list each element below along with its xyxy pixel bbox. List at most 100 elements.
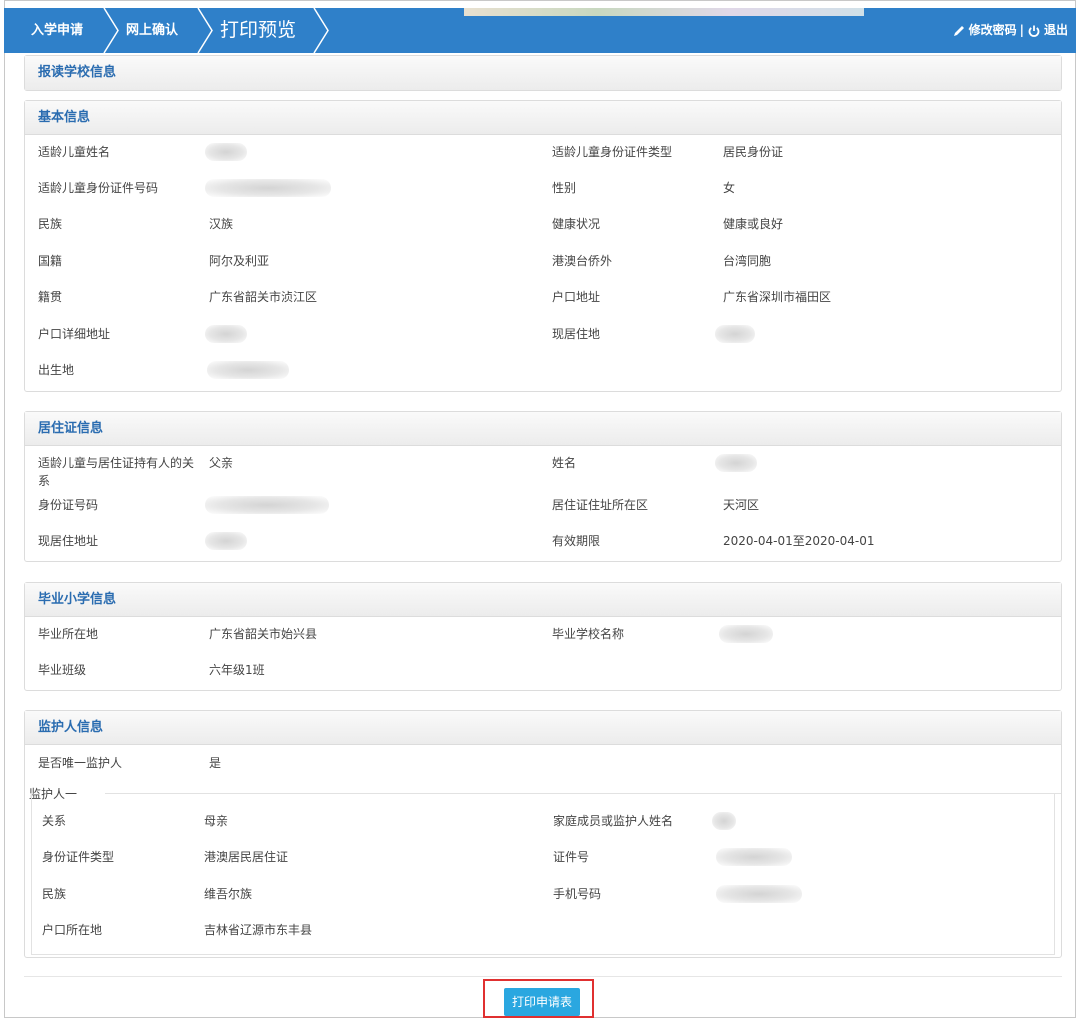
crumb-online-confirm[interactable]: 网上确认 bbox=[126, 8, 178, 53]
info-row: 身份证号码 居住证住址所在区 天河区 bbox=[25, 496, 1061, 532]
redacted-value bbox=[205, 532, 247, 550]
residence-permit-panel: 居住证信息 适龄儿童与居住证持有人的关系 父亲 姓名 身份证号码 居住证住址所在… bbox=[24, 411, 1062, 562]
field-label: 身份证号码 bbox=[38, 498, 99, 512]
field-label: 适龄儿童身份证件号码 bbox=[38, 181, 159, 195]
chevron-right-icon bbox=[197, 8, 213, 53]
section-title: 监护人信息 bbox=[25, 711, 1061, 745]
redacted-value bbox=[205, 325, 247, 343]
power-icon bbox=[1028, 25, 1040, 37]
field-value: 父亲 bbox=[209, 456, 234, 470]
field-label: 适龄儿童与居住证持有人的关系 bbox=[38, 456, 195, 488]
field-label: 姓名 bbox=[552, 456, 577, 470]
chevron-right-icon bbox=[103, 8, 119, 53]
info-row: 毕业所在地 广东省韶关市始兴县 毕业学校名称 bbox=[25, 625, 1061, 661]
section-title: 居住证信息 bbox=[25, 412, 1061, 446]
field-value: 吉林省辽源市东丰县 bbox=[204, 923, 313, 937]
field-value: 天河区 bbox=[723, 498, 760, 512]
info-row: 民族 维吾尔族 手机号码 bbox=[32, 885, 1054, 921]
info-row: 籍贯 广东省韶关市浈江区 户口地址 广东省深圳市福田区 bbox=[25, 288, 1061, 324]
field-label: 现居住地址 bbox=[38, 534, 99, 548]
field-label: 现居住地 bbox=[552, 327, 601, 341]
redacted-value bbox=[205, 179, 331, 197]
field-label: 民族 bbox=[38, 217, 63, 231]
field-label: 手机号码 bbox=[553, 887, 602, 901]
pencil-icon bbox=[953, 25, 964, 36]
field-label: 港澳台侨外 bbox=[552, 254, 613, 268]
redacted-value bbox=[719, 625, 773, 643]
field-value: 六年级1班 bbox=[209, 663, 265, 677]
field-label: 居住证住址所在区 bbox=[552, 498, 649, 512]
field-label: 是否唯一监护人 bbox=[38, 756, 123, 770]
redacted-value bbox=[716, 848, 792, 866]
field-label: 籍贯 bbox=[38, 290, 63, 304]
field-label: 国籍 bbox=[38, 254, 63, 268]
field-value: 母亲 bbox=[204, 814, 229, 828]
field-value: 阿尔及利亚 bbox=[209, 254, 270, 268]
redacted-value bbox=[715, 325, 755, 343]
section-title: 基本信息 bbox=[25, 101, 1061, 135]
field-label: 民族 bbox=[42, 887, 67, 901]
guardian-panel: 监护人信息 是否唯一监护人 是 监护人一 关系 母亲 家庭成员或监护人姓名 身份… bbox=[24, 710, 1062, 958]
field-value: 广东省韶关市浈江区 bbox=[209, 290, 318, 304]
info-row: 民族 汉族 健康状况 健康或良好 bbox=[25, 215, 1061, 251]
field-value: 广东省韶关市始兴县 bbox=[209, 627, 318, 641]
divider bbox=[24, 976, 1062, 977]
field-value: 居民身份证 bbox=[723, 145, 784, 159]
crumb-print-preview: 打印预览 bbox=[220, 19, 297, 41]
print-application-button[interactable]: 打印申请表 bbox=[504, 988, 580, 1016]
field-label: 健康状况 bbox=[552, 217, 601, 231]
banner-decoration bbox=[464, 8, 864, 16]
field-value: 台湾同胞 bbox=[723, 254, 772, 268]
field-value: 2020-04-01至2020-04-01 bbox=[723, 534, 875, 548]
top-nav-bar: 入学申请 网上确认 打印预览 修改密码 | 退出 bbox=[4, 8, 1076, 53]
field-value: 维吾尔族 bbox=[204, 887, 253, 901]
field-label: 身份证件类型 bbox=[42, 850, 115, 864]
field-label: 适龄儿童姓名 bbox=[38, 145, 111, 159]
field-label: 关系 bbox=[42, 814, 67, 828]
user-actions: 修改密码 | 退出 bbox=[952, 8, 1068, 53]
field-value: 健康或良好 bbox=[723, 217, 784, 231]
field-label: 适龄儿童身份证件类型 bbox=[552, 145, 673, 159]
info-row: 适龄儿童与居住证持有人的关系 父亲 姓名 bbox=[25, 454, 1061, 494]
info-row: 出生地 bbox=[25, 361, 1061, 397]
basic-info-panel: 基本信息 适龄儿童姓名 适龄儿童身份证件类型 居民身份证 适龄儿童身份证件号码 … bbox=[24, 100, 1062, 392]
field-value: 汉族 bbox=[209, 217, 234, 231]
crumb-admission-apply[interactable]: 入学申请 bbox=[31, 8, 83, 53]
field-label: 毕业所在地 bbox=[38, 627, 99, 641]
redacted-value bbox=[715, 454, 757, 472]
field-label: 毕业班级 bbox=[38, 663, 87, 677]
logout-link[interactable]: 退出 bbox=[1044, 8, 1068, 53]
field-value: 女 bbox=[723, 181, 736, 195]
info-row: 关系 母亲 家庭成员或监护人姓名 bbox=[32, 812, 1054, 848]
redacted-value bbox=[716, 885, 802, 903]
info-row: 身份证件类型 港澳居民居住证 证件号 bbox=[32, 848, 1054, 884]
info-row: 户口所在地 吉林省辽源市东丰县 bbox=[32, 921, 1054, 957]
field-label: 出生地 bbox=[38, 363, 75, 377]
change-password-link[interactable]: 修改密码 bbox=[969, 8, 1017, 53]
graduation-panel: 毕业小学信息 毕业所在地 广东省韶关市始兴县 毕业学校名称 毕业班级 六年级1班 bbox=[24, 582, 1062, 691]
field-label: 有效期限 bbox=[552, 534, 601, 548]
redacted-value bbox=[205, 496, 329, 514]
field-label: 证件号 bbox=[553, 850, 590, 864]
info-row: 毕业班级 六年级1班 bbox=[25, 661, 1061, 697]
redacted-value bbox=[205, 143, 247, 161]
field-value: 是 bbox=[209, 756, 222, 770]
section-title: 毕业小学信息 bbox=[25, 583, 1061, 617]
field-label: 户口详细地址 bbox=[38, 327, 111, 341]
section-title: 报读学校信息 bbox=[25, 56, 1061, 90]
info-row: 是否唯一监护人 是 bbox=[25, 754, 1061, 790]
guardian-one-box: 关系 母亲 家庭成员或监护人姓名 身份证件类型 港澳居民居住证 证件号 民族 维… bbox=[31, 793, 1055, 955]
field-label: 性别 bbox=[552, 181, 577, 195]
separator: | bbox=[1019, 23, 1024, 37]
field-label: 户口地址 bbox=[552, 290, 601, 304]
field-value: 港澳居民居住证 bbox=[204, 850, 289, 864]
field-label: 家庭成员或监护人姓名 bbox=[553, 814, 674, 828]
chevron-right-icon bbox=[313, 8, 329, 53]
school-info-panel: 报读学校信息 bbox=[24, 55, 1062, 91]
redacted-value bbox=[712, 812, 736, 830]
info-row: 户口详细地址 现居住地 bbox=[25, 325, 1061, 361]
info-row: 现居住地址 有效期限 2020-04-01至2020-04-01 bbox=[25, 532, 1061, 568]
field-label: 户口所在地 bbox=[42, 923, 103, 937]
field-value: 广东省深圳市福田区 bbox=[723, 290, 832, 304]
info-row: 国籍 阿尔及利亚 港澳台侨外 台湾同胞 bbox=[25, 252, 1061, 288]
